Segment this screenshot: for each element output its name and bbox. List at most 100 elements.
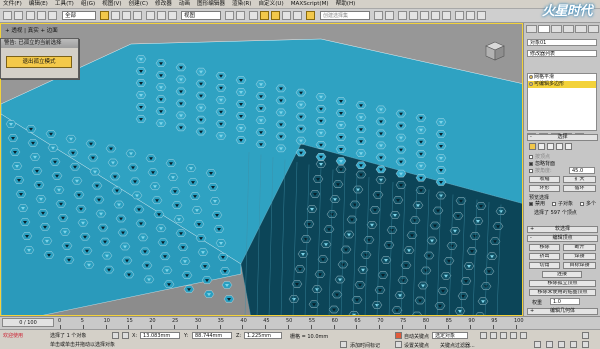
pivot-center-icon[interactable] <box>225 11 234 20</box>
next-frame-icon[interactable] <box>510 332 517 339</box>
bind-space-warp-icon[interactable] <box>48 11 57 20</box>
menu-item[interactable]: 组(G) <box>81 0 95 9</box>
redo-icon[interactable] <box>14 11 23 20</box>
zoom-all-icon[interactable] <box>546 341 553 348</box>
rollout-selection[interactable]: - 选择 <box>527 134 598 141</box>
menu-item[interactable]: 视图(V) <box>102 0 121 9</box>
time-slider[interactable]: 0 / 100 <box>2 318 54 327</box>
named-selection-input[interactable]: 创建选择集 <box>320 11 370 20</box>
auto-key-label[interactable]: 自动关键点 <box>404 333 429 340</box>
rollout-edit-vertices[interactable]: - 编辑顶点 <box>527 235 598 242</box>
ring-button[interactable]: 环形 <box>529 185 560 192</box>
remove-isolated-button[interactable]: 移除孤立顶点 <box>529 280 596 287</box>
stack-item-meshsmooth[interactable]: 网格平滑 <box>528 74 596 81</box>
orbit-icon[interactable] <box>582 341 589 348</box>
align-icon[interactable] <box>385 11 394 20</box>
menu-item[interactable]: 图形编辑器 <box>197 0 225 9</box>
menu-item[interactable]: 自定义(U) <box>258 0 283 9</box>
bulb-icon[interactable] <box>529 75 533 79</box>
by-angle-checkbox[interactable]: 按角度: <box>529 168 552 174</box>
rectangle-selection-icon[interactable] <box>122 11 131 20</box>
motion-tab-icon[interactable] <box>562 25 575 33</box>
border-mode-icon[interactable] <box>547 143 554 150</box>
viewport-label[interactable]: + 透视 | 真实 + 边面 <box>5 26 58 34</box>
menu-item[interactable]: MAXScript(M) <box>291 0 329 9</box>
polygon-mode-icon[interactable] <box>556 143 563 150</box>
menu-item[interactable]: 动画 <box>179 0 190 9</box>
menu-item[interactable]: 文件(F) <box>3 0 22 9</box>
menu-item[interactable]: 修改器 <box>155 0 172 9</box>
key-mode-select[interactable]: 选定对象 <box>432 332 468 339</box>
pan-icon[interactable] <box>570 341 577 348</box>
loop-button[interactable]: 循环 <box>563 185 596 192</box>
object-name-field[interactable]: 对象01 <box>527 39 597 46</box>
ignore-backfacing-checkbox[interactable]: 忽略背面 <box>529 161 555 167</box>
remove-button[interactable]: 移除 <box>529 244 560 251</box>
vertex-mode-icon[interactable] <box>529 143 536 150</box>
menu-item[interactable]: 帮助(H) <box>336 0 356 9</box>
zoom-icon[interactable] <box>534 341 541 348</box>
preview-off-radio[interactable]: 禁用 <box>529 201 545 207</box>
keyboard-shortcut-icon[interactable] <box>249 11 258 20</box>
x-coordinate-field[interactable]: 13.083mm <box>140 332 180 339</box>
spinner-snap-icon[interactable] <box>293 11 302 20</box>
go-to-start-icon[interactable] <box>480 332 487 339</box>
maxscript-listener[interactable]: 欢迎使用 <box>3 332 23 339</box>
mirror-icon[interactable] <box>374 11 383 20</box>
menu-item[interactable]: 编辑(E) <box>29 0 48 9</box>
menu-item[interactable]: 渲染(R) <box>232 0 251 9</box>
curve-editor-icon[interactable] <box>420 11 429 20</box>
hierarchy-tab-icon[interactable] <box>550 25 562 33</box>
layer-manager-icon[interactable] <box>398 11 407 20</box>
modifier-list-select[interactable]: 修改器列表 <box>527 50 597 57</box>
maximize-viewport-icon[interactable] <box>582 332 589 339</box>
snap-toggle-icon[interactable] <box>260 11 269 20</box>
timeline[interactable]: 0 / 100 0 5 10 15 20 25 30 35 40 45 50 55 60 65 70 75 80… <box>0 316 600 329</box>
modify-tab-icon[interactable] <box>538 25 550 33</box>
absolute-mode-icon[interactable] <box>122 332 129 339</box>
rotate-icon[interactable] <box>157 11 166 20</box>
weight-field[interactable]: 1.0 <box>550 298 580 305</box>
display-tab-icon[interactable] <box>575 25 587 33</box>
menu-item[interactable]: 创建(C) <box>129 0 148 9</box>
zoom-extents-icon[interactable] <box>558 341 565 348</box>
set-key-label[interactable]: 设置关键点 <box>404 342 429 349</box>
remove-unused-map-verts-button[interactable]: 移除未使用的贴图顶点 <box>529 289 596 296</box>
target-weld-button[interactable]: 目标焊接 <box>563 262 596 269</box>
graphite-tools-icon[interactable] <box>409 11 418 20</box>
bulb-icon[interactable] <box>529 82 533 86</box>
percent-snap-icon[interactable] <box>282 11 291 20</box>
z-coordinate-field[interactable]: 1.225mm <box>244 332 282 339</box>
material-editor-icon[interactable] <box>442 11 451 20</box>
previous-frame-icon[interactable] <box>490 332 497 339</box>
break-button[interactable]: 断开 <box>563 244 596 251</box>
connect-button[interactable]: 连接 <box>542 271 582 278</box>
chamfer-button[interactable]: 切角 <box>529 262 560 269</box>
viewcube-icon[interactable] <box>484 40 506 62</box>
weld-button[interactable]: 焊接 <box>563 253 596 260</box>
time-tag-icon[interactable] <box>340 341 347 348</box>
select-object-icon[interactable] <box>100 11 109 20</box>
auto-key-icon[interactable] <box>395 332 402 339</box>
go-to-end-icon[interactable] <box>520 332 527 339</box>
create-tab-icon[interactable] <box>526 25 538 33</box>
by-vertex-checkbox[interactable]: 按顶点 <box>529 154 550 160</box>
preview-multi-radio[interactable]: 多个 <box>580 201 596 207</box>
exit-isolation-button[interactable]: 退出孤立模式 <box>6 56 72 68</box>
utilities-tab-icon[interactable] <box>587 25 599 33</box>
y-coordinate-field[interactable]: 88.744mm <box>192 332 232 339</box>
scale-icon[interactable] <box>168 11 177 20</box>
selection-filter-select[interactable]: 全部 <box>62 11 96 20</box>
extrude-button[interactable]: 挤出 <box>529 253 560 260</box>
angle-value-field[interactable]: 45.0 <box>569 167 595 174</box>
edge-mode-icon[interactable] <box>538 143 545 150</box>
move-icon[interactable] <box>146 11 155 20</box>
preview-subobject-radio[interactable]: 子对象 <box>552 201 573 207</box>
shrink-button[interactable]: 收缩 <box>529 176 560 183</box>
angle-snap-icon[interactable] <box>271 11 280 20</box>
schematic-view-icon[interactable] <box>431 11 440 20</box>
play-icon[interactable] <box>500 332 507 339</box>
render-setup-icon[interactable] <box>455 11 464 20</box>
undo-icon[interactable] <box>3 11 12 20</box>
link-icon[interactable] <box>26 11 35 20</box>
